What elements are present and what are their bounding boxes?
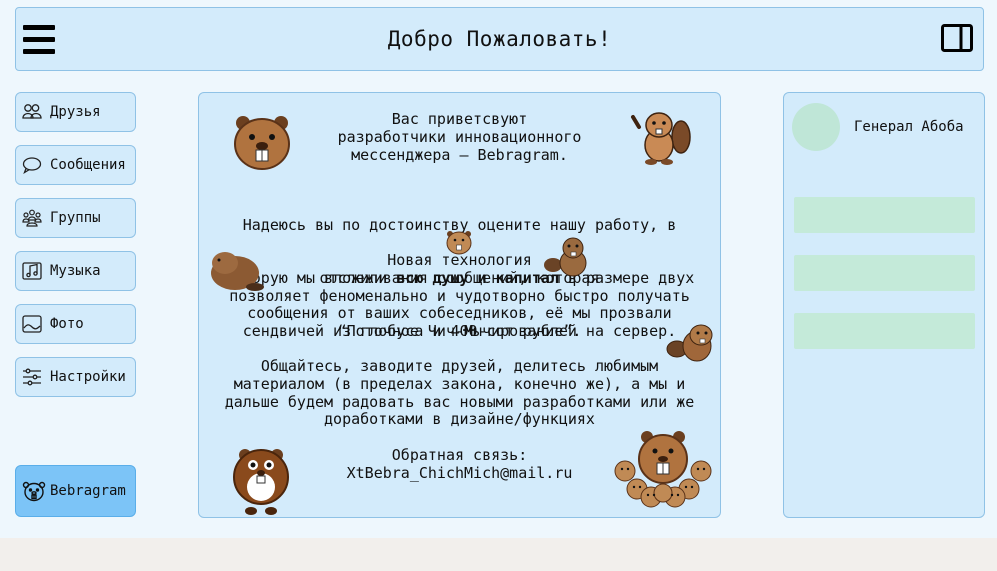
side-panel-icon[interactable]: [941, 24, 973, 52]
brand-button[interactable]: Bebragram: [15, 465, 136, 517]
sidebar-item-label: Фото: [50, 316, 84, 332]
sidebar-item-label: Группы: [50, 210, 101, 226]
community-paragraph: Общайтесь, заводите друзей, делитесь люб…: [224, 357, 695, 429]
sidebar-item-label: Музыка: [50, 263, 101, 279]
sidebar-item-label: Настройки: [50, 369, 126, 385]
groups-icon: [21, 207, 43, 229]
app-window: Добро Пожаловать! Друзья Сообщения Групп…: [0, 0, 997, 538]
sidebar-item-music[interactable]: Музыка: [15, 251, 136, 291]
sidebar-item-groups[interactable]: Группы: [15, 198, 136, 238]
realistic-beaver-illustration: [211, 252, 264, 291]
music-note-icon: [21, 260, 43, 282]
avatar[interactable]: [792, 103, 840, 151]
header-bar: Добро Пожаловать!: [15, 7, 984, 71]
sidebar-item-label: Друзья: [50, 104, 101, 120]
beaver-family-illustration: [614, 431, 712, 508]
beaver-logo-icon: [22, 479, 46, 503]
tail-beaver-illustration: [666, 324, 713, 362]
profile-panel: Генерал Абоба: [783, 92, 985, 518]
sliders-icon: [21, 366, 43, 388]
small-beaver-face-illustration: [446, 231, 472, 255]
sidebar-item-photo[interactable]: Фото: [15, 304, 136, 344]
sidebar-item-friends[interactable]: Друзья: [15, 92, 136, 132]
sidebar-item-settings[interactable]: Настройки: [15, 357, 136, 397]
placeholder-block: [794, 313, 975, 349]
sidebar-item-messages[interactable]: Сообщения: [15, 145, 136, 185]
user-name: Генерал Абоба: [854, 119, 964, 135]
technology-paragraph: Новая технология отслеживания сообщений,…: [229, 251, 690, 341]
beaver-face-illustration: [234, 116, 290, 170]
brand-label: Bebragram: [50, 483, 126, 499]
page-title: Добро Пожаловать!: [387, 27, 612, 51]
welcome-panel: Вас приветсвуют разработчики инновационн…: [198, 92, 721, 518]
placeholder-block: [794, 255, 975, 291]
waving-beaver-illustration: [631, 112, 691, 165]
placeholder-block: [794, 197, 975, 233]
friends-icon: [21, 101, 43, 123]
photo-icon: [21, 313, 43, 335]
sidebar-item-label: Сообщения: [50, 157, 126, 173]
chat-bubble-icon: [21, 154, 43, 176]
sitting-beaver-illustration: [544, 237, 587, 277]
standing-beaver-illustration: [233, 449, 289, 515]
